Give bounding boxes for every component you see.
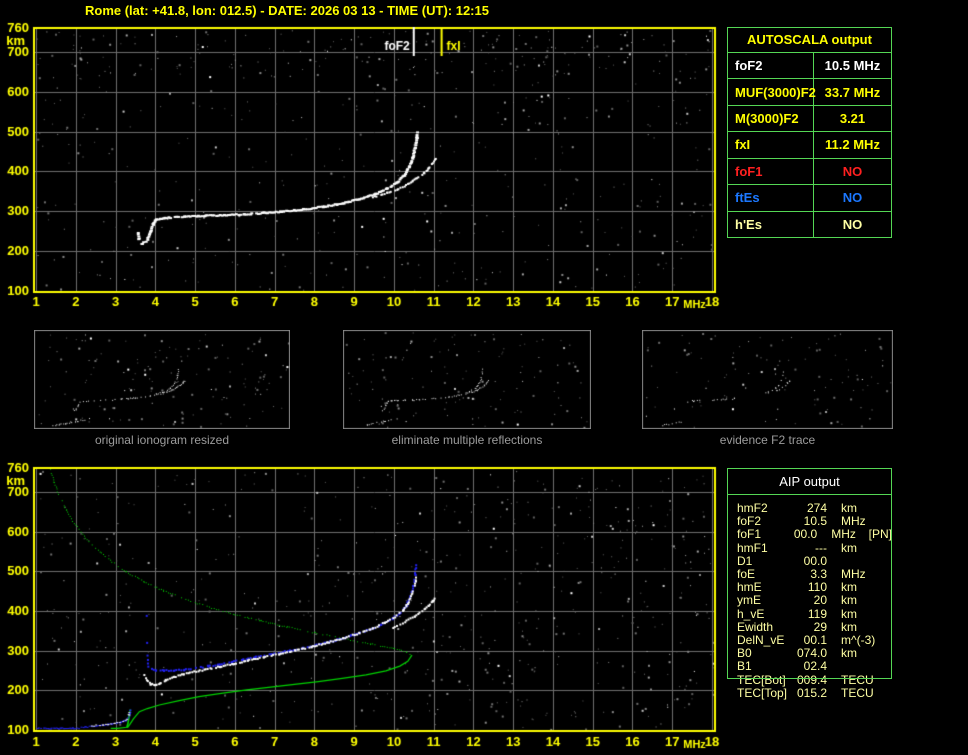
parameter-unit: km: [841, 646, 857, 661]
parameter-value: 10.5 MHz: [824, 58, 881, 74]
parameter-value: 20: [813, 593, 827, 608]
autoscala-window: Rome (lat: +41.8, lon: 012.5) - DATE: 20…: [0, 0, 968, 755]
autoscala-output-table: AUTOSCALA output foF2 10.5 MHz MUF(3000)F2…: [727, 27, 892, 238]
parameter-value: NO: [842, 190, 863, 206]
aip-output-rows: hmF2 274 km foF2 10.5 MHz foF1 00.0 MHz [PN] hmF1-…: [727, 495, 892, 700]
parameter-label: foF1: [728, 158, 814, 185]
parameter-unit: TECU: [841, 685, 874, 700]
parameter-label: MUF(3000)F2: [728, 79, 816, 105]
parameter-note: [PN]: [868, 527, 893, 542]
parameter-label: fxI: [728, 132, 814, 158]
aip-output-table: AIP output hmF2 274 km foF2 10.5 MHz foF1 00.0 M…: [727, 468, 892, 700]
parameter-value: 3.21: [839, 111, 866, 127]
aip-row-fof1: foF1 00.0 MHz [PN]: [737, 528, 892, 541]
parameter-value: NO: [842, 216, 863, 232]
parameter-value: 119: [807, 606, 827, 621]
thumbnail-caption-eliminate: eliminate multiple reflections: [391, 433, 543, 447]
autoscala-output-rows: foF2 10.5 MHz MUF(3000)F2 33.7 MHz M(3000)F2…: [728, 53, 891, 237]
aip-row-hve: h_vE 119 km: [737, 606, 892, 621]
parameter-unit: km: [841, 606, 857, 621]
parameter-label: B1: [737, 659, 752, 674]
autoscala-row-muf3000f2: MUF(3000)F2 33.7 MHz: [728, 79, 891, 106]
thumbnail-caption-evidence: evidence F2 trace: [719, 433, 816, 447]
parameter-value: 11.2 MHz: [825, 137, 880, 153]
aip-output-header: AIP output: [727, 468, 892, 495]
parameter-label: TEC[Bot]: [737, 672, 786, 687]
autoscala-row-ftes: ftEs NO: [728, 185, 891, 212]
parameter-unit: TECU: [841, 672, 874, 687]
autoscala-row-m3000f2: M(3000)F2 3.21: [728, 105, 891, 133]
autoscala-row-fxi: fxI 11.2 MHz: [728, 132, 891, 159]
aip-row-b1: B1 02.4: [737, 660, 892, 673]
parameter-label: foF1: [737, 527, 762, 542]
aip-row-hmf1: hmF1 --- km: [737, 540, 892, 555]
parameter-value: 009.4: [796, 672, 827, 687]
parameter-unit: MHz: [831, 527, 856, 542]
parameter-value: 33.7 MHz: [824, 84, 881, 100]
parameter-value: 015.2: [796, 685, 827, 700]
thumbnail-eliminate-reflections: [343, 330, 591, 429]
parameter-label: M(3000)F2: [728, 105, 814, 132]
parameter-label: h'Es: [728, 211, 814, 237]
parameter-label: h_vE: [737, 606, 765, 621]
parameter-value: 00.0: [793, 527, 818, 542]
autoscala-row-hes: h'Es NO: [728, 211, 891, 237]
top-ionogram-plot: [0, 20, 726, 312]
thumbnail-caption-original: original ionogram resized: [94, 433, 230, 447]
parameter-value: 02.4: [803, 659, 827, 674]
parameter-unit: km: [841, 593, 857, 608]
parameter-label: TEC[Top]: [737, 685, 788, 700]
bottom-ionogram-plot: [0, 458, 726, 755]
autoscala-output-header: AUTOSCALA output: [728, 28, 891, 53]
aip-row-tecbot: TEC[Bot] 009.4 TECU: [737, 672, 892, 687]
parameter-label: ymE: [737, 593, 761, 608]
thumbnail-original-ionogram: [34, 330, 290, 429]
page-title: Rome (lat: +41.8, lon: 012.5) - DATE: 20…: [85, 3, 489, 18]
thumbnail-evidence-f2-trace: [642, 330, 893, 429]
parameter-value: ---: [815, 540, 827, 555]
autoscala-row-fof1: foF1 NO: [728, 158, 891, 186]
parameter-unit: km: [841, 540, 857, 555]
parameter-label: hmF1: [737, 540, 768, 555]
parameter-label: foF2: [728, 53, 814, 79]
parameter-unit: [841, 660, 883, 673]
autoscala-row-fof2: foF2 10.5 MHz: [728, 53, 891, 80]
parameter-label: ftEs: [728, 185, 814, 211]
aip-row-yme: ymE 20 km: [737, 594, 892, 607]
parameter-value: NO: [842, 163, 863, 179]
aip-row-tectop: TEC[Top] 015.2 TECU: [737, 685, 892, 700]
